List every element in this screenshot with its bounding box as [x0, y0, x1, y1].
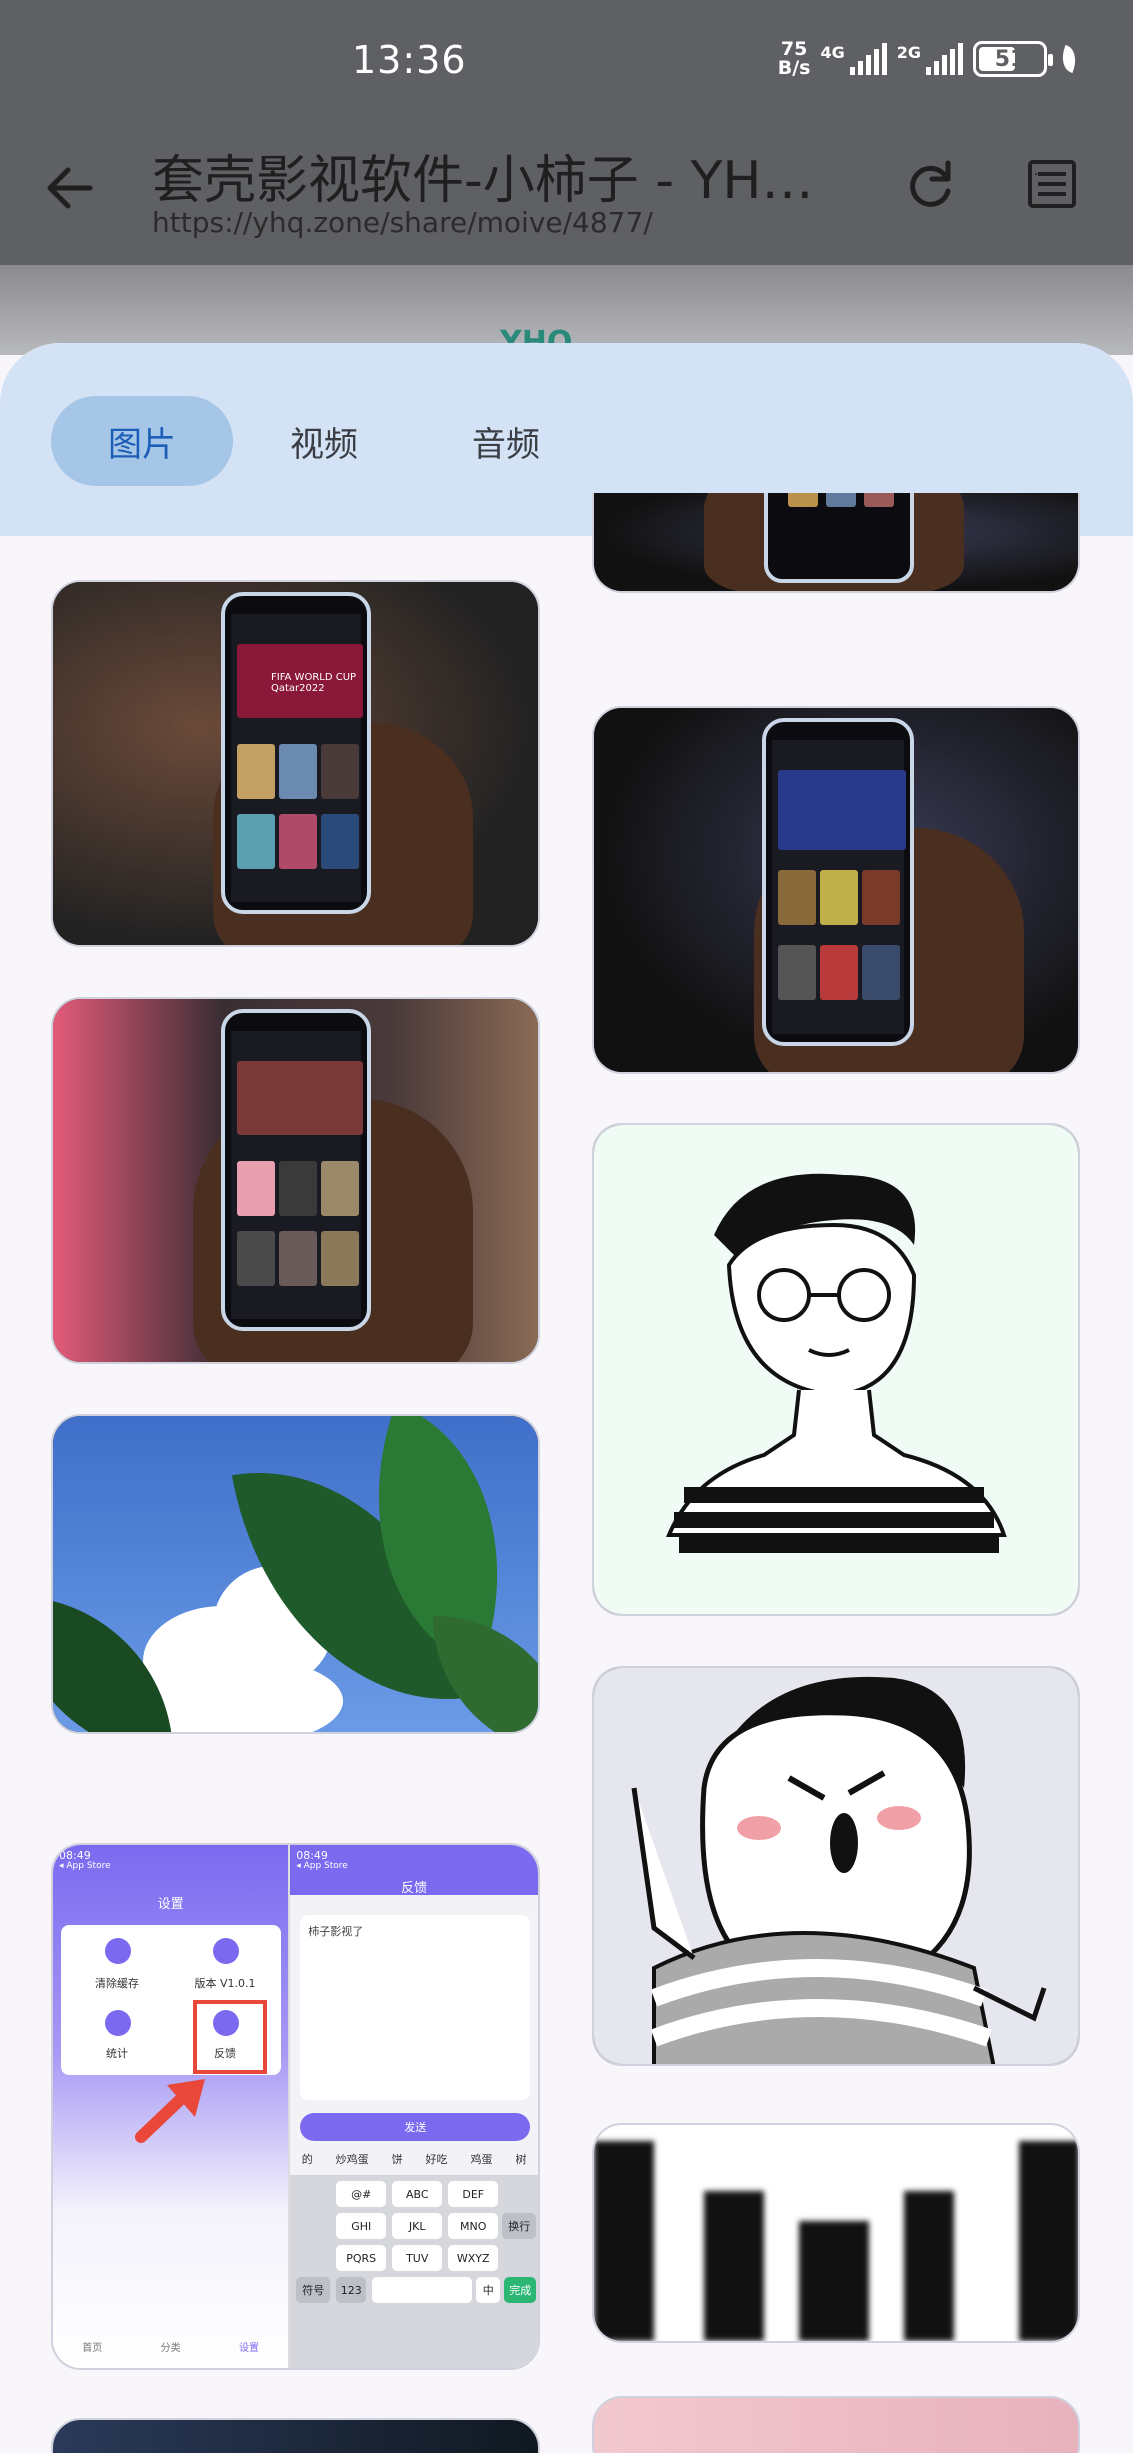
- image-thumbnail[interactable]: [51, 1414, 540, 1734]
- status-time: 13:36: [352, 38, 467, 82]
- page-menu-icon[interactable]: [1026, 158, 1078, 210]
- tab-videos[interactable]: 视频: [233, 396, 415, 486]
- illustration-man-glasses: [665, 1173, 1007, 1553]
- back-arrow-icon[interactable]: [42, 160, 98, 216]
- reload-icon[interactable]: [900, 155, 960, 215]
- image-thumbnail[interactable]: [592, 2396, 1080, 2453]
- image-thumbnail[interactable]: [51, 997, 540, 1364]
- status-icons: 75 B/s 4G 2G 51: [777, 38, 1081, 79]
- ss-feedback-text: 柿子影视了: [308, 1925, 364, 1938]
- worldcup-banner: FIFA WORLD CUP Qatar2022: [237, 644, 363, 718]
- image-thumbnail[interactable]: 08:49 ◂ App Store 设置 清除缓存 版本 V1.0.1 统计 反…: [51, 1843, 540, 2370]
- signal-sim2-icon: 2G: [897, 43, 963, 75]
- image-thumbnail[interactable]: [592, 1666, 1080, 2066]
- signal-sim1-icon: 4G: [820, 43, 887, 75]
- image-thumbnail[interactable]: [592, 493, 1080, 593]
- ss-clear-cache: 清除缓存: [95, 1977, 139, 1990]
- ss-send-button: 发送: [300, 2113, 531, 2141]
- underlying-page-header: YHQ: [0, 265, 1133, 360]
- ss-left-back: ◂ App Store: [59, 1861, 111, 1871]
- image-thumbnail[interactable]: FIFA WORLD CUP Qatar2022: [51, 580, 540, 947]
- battery-icon: 51: [973, 41, 1053, 77]
- page-url[interactable]: https://yhq.zone/share/moive/4877/: [152, 206, 653, 239]
- red-arrow-icon: [135, 2079, 205, 2143]
- network-speed: 75 B/s: [777, 38, 811, 79]
- image-thumbnail[interactable]: [51, 2418, 540, 2453]
- ss-settings-title: 设置: [157, 1897, 184, 1912]
- ss-right-back: ◂ App Store: [296, 1861, 348, 1871]
- image-thumbnail[interactable]: [592, 1123, 1080, 1616]
- ss-nav-category: 分类: [160, 2343, 181, 2354]
- ss-nav-settings: 设置: [239, 2343, 260, 2354]
- ss-stats: 统计: [106, 2047, 128, 2060]
- illustration-cartoon-kid: [631, 1676, 1047, 2064]
- media-picker-sheet: 图片 视频 音频 FIFA WORLD CUP Qatar2022 08:49 …: [0, 343, 1133, 2453]
- page-title: 套壳影视软件-小柿子 - YH…: [152, 151, 814, 211]
- highlight-box: [193, 2000, 267, 2074]
- image-thumbnail[interactable]: [592, 2123, 1080, 2343]
- power-saving-leaf-icon: [1057, 44, 1081, 74]
- browser-top-bar: 13:36 75 B/s 4G 2G 51 套壳影视软件-小柿子 - YH… h…: [0, 0, 1133, 265]
- ss-version: 版本 V1.0.1: [194, 1977, 256, 1990]
- image-thumbnail[interactable]: [592, 706, 1080, 1074]
- tab-images[interactable]: 图片: [51, 396, 233, 486]
- tab-audio[interactable]: 音频: [415, 396, 597, 486]
- ss-feedback-title: 反馈: [401, 1881, 428, 1896]
- ss-nav-home: 首页: [82, 2343, 103, 2354]
